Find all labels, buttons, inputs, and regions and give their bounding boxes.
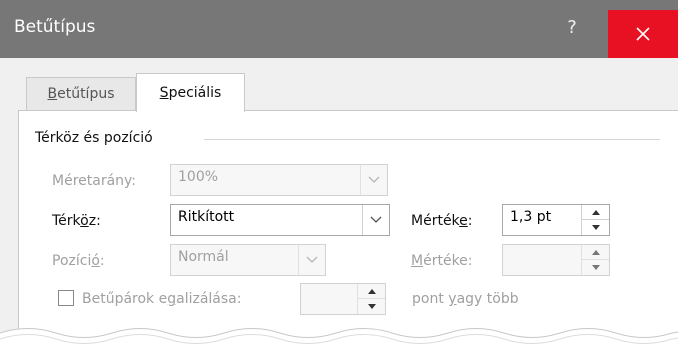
chevron-down-icon: [368, 176, 380, 183]
close-icon: [636, 27, 650, 41]
spinner-buttons: [581, 245, 609, 275]
help-button[interactable]: ?: [560, 17, 584, 38]
arrow-up-icon: [591, 209, 600, 215]
spinner-buttons: [581, 205, 609, 235]
scale-label: Méretarány:: [52, 173, 137, 189]
group-divider: [204, 139, 660, 140]
position-combobox[interactable]: Normál: [170, 244, 326, 276]
close-button[interactable]: [608, 10, 678, 58]
spacing-combobox[interactable]: Ritkított: [170, 204, 390, 236]
spacing-amount-label: Mértéke:: [411, 213, 473, 229]
spin-up-button[interactable]: [358, 284, 385, 299]
spacing-label: Térköz:: [52, 213, 101, 229]
kerning-spinner[interactable]: [300, 283, 386, 315]
position-value: Normál: [178, 249, 229, 265]
spacing-amount-value: 1,3 pt: [510, 209, 552, 225]
spacing-value: Ritkított: [178, 209, 235, 225]
kerning-label: Betűpárok egalizálása:: [82, 291, 242, 307]
arrow-down-icon: [367, 304, 376, 309]
position-label: Pozíció:: [52, 253, 105, 269]
chevron-down-icon: [370, 216, 382, 223]
position-amount-spinner[interactable]: [502, 244, 610, 276]
scale-dropdown-button[interactable]: [360, 165, 387, 195]
arrow-up-icon: [591, 249, 600, 255]
kerning-checkbox[interactable]: [58, 290, 74, 306]
arrow-up-icon: [367, 288, 376, 294]
position-amount-label: Mértéke:: [411, 253, 473, 269]
kerning-suffix: pont yagy több: [412, 291, 519, 307]
spacing-dropdown-button[interactable]: [362, 205, 389, 235]
title-bar: Betűtípus ?: [0, 0, 678, 58]
spin-down-button[interactable]: [582, 220, 609, 235]
arrow-down-icon: [591, 265, 600, 270]
tab-specialis[interactable]: Speciális: [136, 73, 245, 112]
torn-edge-divider: [0, 328, 678, 345]
window-title: Betűtípus: [14, 17, 96, 37]
tab-label: Speciális: [159, 85, 222, 101]
scale-value: 100%: [178, 169, 219, 185]
chevron-down-icon: [306, 256, 318, 263]
group-title: Térköz és pozíció: [35, 130, 153, 146]
position-dropdown-button[interactable]: [298, 245, 325, 275]
tab-betutipus[interactable]: Betűtípus: [26, 77, 136, 110]
spin-up-button[interactable]: [582, 205, 609, 220]
spin-down-button[interactable]: [582, 260, 609, 275]
spinner-buttons: [357, 284, 385, 314]
arrow-down-icon: [591, 225, 600, 230]
spacing-amount-spinner[interactable]: 1,3 pt: [502, 204, 610, 236]
tab-label: Betűtípus: [47, 86, 115, 102]
spin-up-button[interactable]: [582, 245, 609, 260]
scale-combobox[interactable]: 100%: [170, 164, 388, 196]
spin-down-button[interactable]: [358, 299, 385, 314]
